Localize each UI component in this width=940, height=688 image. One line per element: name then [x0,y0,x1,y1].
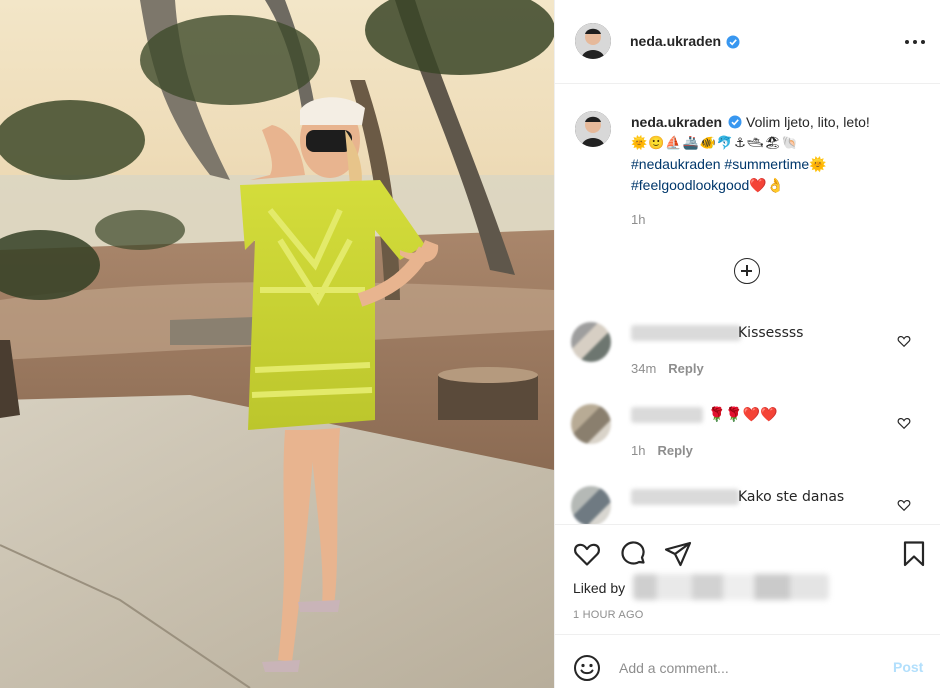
author-username[interactable]: neda.ukraden [630,33,721,49]
add-comment-bar: Post [555,634,940,688]
reply-button[interactable]: Reply [668,361,703,376]
caption-author-avatar[interactable] [575,111,611,147]
comment-item: Kissessss 34m Reply [555,322,940,392]
comment-like-heart-icon[interactable] [897,416,911,430]
commenter-name-blurred[interactable] [631,489,739,505]
share-send-icon[interactable] [663,539,693,569]
comment-meta: 34m Reply [631,361,704,376]
comment-list: Kissessss 34m Reply 🌹🌹❤️❤️ 1h Reply Kako s… [555,312,940,524]
comment-item: Kako ste danas [555,486,940,524]
caption-time[interactable]: 1h [631,212,645,227]
like-heart-icon[interactable] [572,539,602,569]
comment-bubble-icon[interactable] [618,539,648,569]
liked-by-label: Liked by [573,580,626,596]
comment-text: Kako ste danas [738,489,845,505]
caption-emojis: 🌞🙂⛵🚢🐠🐬⚓🛥🏖🐚 [631,136,799,151]
caption-hashtags-line-1[interactable]: #nedaukraden #summertime🌞 [631,154,921,175]
post-actions: Liked by 1 HOUR AGO [555,524,940,634]
more-dot-icon [921,40,925,44]
instagram-post: neda.ukraden neda.ukraden Volim ljeto, li… [0,0,940,688]
more-dot-icon [913,40,917,44]
post-timestamp[interactable]: 1 HOUR AGO [573,609,643,621]
commenter-avatar[interactable] [571,486,611,524]
comment-time[interactable]: 34m [631,361,656,376]
emoji-smile-icon[interactable] [573,654,601,682]
caption-text-block: neda.ukraden Volim ljeto, lito, leto! 🌞🙂⛵… [631,112,921,196]
caption-hashtags-line-2[interactable]: #feelgoodlookgood❤️👌 [631,175,921,196]
post-photo[interactable] [0,0,554,688]
comment-like-heart-icon[interactable] [897,498,911,512]
commenter-name-blurred[interactable] [631,325,741,341]
commenter-avatar[interactable] [571,322,611,362]
add-comment-input[interactable] [619,650,879,686]
commenter-avatar[interactable] [571,404,611,444]
avatar-image [575,23,611,59]
post-side-panel: neda.ukraden neda.ukraden Volim ljeto, li… [554,0,940,688]
comment-time[interactable]: 1h [631,443,645,458]
commenter-name-blurred[interactable] [631,407,703,423]
caption-username[interactable]: neda.ukraden [631,114,722,130]
post-comment-button[interactable]: Post [893,659,923,675]
comment-like-heart-icon[interactable] [897,334,911,348]
avatar-image [575,111,611,147]
post-header: neda.ukraden [555,0,940,84]
beach-photo-illustration [0,0,554,688]
save-bookmark-icon[interactable] [899,539,929,569]
verified-badge-icon [726,35,740,49]
load-more-comments-icon[interactable] [734,258,760,284]
comment-text: 🌹🌹❤️❤️ [708,407,778,423]
comment-item: 🌹🌹❤️❤️ 1h Reply [555,404,940,474]
caption-message: Volim ljeto, lito, leto! [746,114,870,130]
reply-button[interactable]: Reply [657,443,692,458]
comment-meta: 1h Reply [631,443,693,458]
more-dot-icon [905,40,909,44]
comment-text: Kissessss [738,325,804,341]
more-options-button[interactable] [905,32,925,52]
liked-by-names-blurred[interactable] [633,574,829,600]
author-avatar[interactable] [575,23,611,59]
verified-badge-icon [728,115,742,129]
